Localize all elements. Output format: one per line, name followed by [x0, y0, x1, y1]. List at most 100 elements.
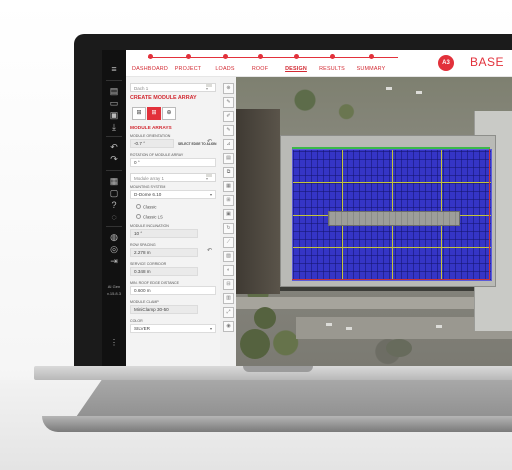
inclination-label: MODULE INCLINATION [130, 224, 169, 228]
clamp-label: MODULE CLAMP [130, 300, 159, 304]
rail-info-line2: v.15.8.3 [107, 291, 121, 296]
logout-icon[interactable]: ⇥ [109, 256, 119, 266]
map-tools: ⊕ ✎ ✐ ✎ ⊿ ▤ ⧉ ▦ ⊞ ▣ ↻ ⟋ ▨ ◐ ⊟ ▥ ⤢ ◉ [220, 77, 237, 366]
roof-edge-input[interactable]: 0.600 m [130, 286, 216, 295]
laptop-front-edge [42, 416, 512, 432]
left-icon-rail: ≡ ▤ ▭ ▣ ⤓ ↶ ↷ ▦ ▢ ? ◌ ◍ ◎ ⇥ AI Gen v.15.… [102, 50, 126, 366]
row-spacing-input[interactable]: 2.278 m [130, 248, 198, 257]
new-file-icon[interactable]: ▤ [109, 86, 119, 96]
car [386, 87, 392, 90]
orientation-input[interactable]: -0.7 ° [130, 139, 174, 148]
module-arrays-title: MODULE ARRAYS [130, 126, 172, 131]
step-summary[interactable]: SUMMARY [349, 54, 393, 72]
laptop-base [34, 366, 512, 436]
step-dot [329, 54, 335, 59]
expand-icon[interactable]: ⤢ [223, 307, 234, 318]
tree [386, 339, 412, 357]
service-corridor-label: SERVICE CORRIDOR [130, 262, 167, 266]
pencil-icon[interactable]: ✎ [223, 97, 234, 108]
reset-icon[interactable]: ↶ [207, 247, 212, 254]
obstacle-icon[interactable]: ▨ [223, 251, 234, 262]
cross-layout-button[interactable]: ⊕ [162, 107, 176, 120]
color-select[interactable]: SILVER ▾ [130, 324, 216, 333]
array-row-divider [293, 247, 491, 248]
download-icon[interactable]: ⤓ [109, 122, 119, 132]
service-corridor-input[interactable]: 0.348 m [130, 267, 198, 276]
copy-icon[interactable]: ⧉ [223, 167, 234, 178]
brand-logo-icon: A3 [438, 55, 454, 71]
car [346, 327, 352, 330]
measure-icon[interactable]: ⊿ [223, 139, 234, 150]
user-icon[interactable]: ◍ [109, 232, 119, 242]
more-options-icon[interactable]: ⋮ [109, 338, 119, 348]
clamp-select[interactable]: MiniClamp 30-50 [130, 305, 198, 314]
redo-icon[interactable]: ↷ [109, 154, 119, 164]
menu-icon[interactable]: ≡ [109, 64, 119, 74]
chevron-down-icon: ▾ [209, 326, 212, 331]
adjacent-building [236, 109, 280, 294]
skylight-obstacle[interactable] [328, 211, 460, 226]
layers-icon[interactable]: ▤ [223, 153, 234, 164]
step-dot [257, 54, 263, 59]
reset-icon[interactable]: ↶ [207, 138, 212, 145]
draw-icon[interactable]: ✎ [223, 125, 234, 136]
module-icon[interactable]: ▣ [223, 209, 234, 220]
chevron-down-icon: ▾ [206, 84, 212, 91]
rotation-input[interactable]: 0 ° [130, 158, 216, 167]
tree [240, 329, 270, 359]
selected-edge[interactable] [292, 147, 490, 149]
roof-select[interactable]: Dach 1 ▾ [130, 83, 216, 92]
color-label: COLOR [130, 319, 143, 323]
option-classic-ls[interactable]: Classic LS [136, 214, 163, 220]
chat-icon[interactable]: ◌ [109, 212, 119, 222]
laptop-keyboard [74, 380, 512, 420]
car [326, 323, 332, 326]
mounting-select[interactable]: D-Dome 6.10 ▾ [130, 190, 216, 199]
zoom-icon[interactable]: ⊕ [223, 83, 234, 94]
settings-icon[interactable]: ◎ [109, 244, 119, 254]
undo-icon[interactable]: ↶ [109, 142, 119, 152]
grid-layout-button[interactable]: ⊞ [132, 107, 146, 120]
rotation-label: ROTATION OF MODULE ARRAY [130, 153, 184, 157]
step-dot [185, 54, 191, 59]
save-icon[interactable]: ▣ [109, 110, 119, 120]
module-array-panel: Dach 1 ▾ CREATE MODULE ARRAY ⊞ ⊞ ⊕ MODULE… [126, 77, 221, 366]
create-array-title: CREATE MODULE ARRAY [130, 95, 197, 101]
tree [254, 307, 276, 329]
sun-icon[interactable]: ◐ [223, 265, 234, 276]
step-dot [222, 54, 228, 59]
table-icon[interactable]: ▥ [223, 293, 234, 304]
folder-icon[interactable]: ▭ [109, 98, 119, 108]
brand-name: BASE [469, 55, 504, 69]
chevron-down-icon: ▾ [209, 192, 212, 197]
car [436, 325, 442, 328]
car [416, 91, 422, 94]
step-results[interactable]: RESULTS [310, 54, 354, 72]
satellite-map[interactable] [236, 77, 512, 366]
ruler-icon[interactable]: ⟋ [223, 237, 234, 248]
inclination-input[interactable]: 10 ° [130, 229, 198, 238]
rail-info-line1: AI Gen [107, 284, 121, 289]
roof-edge-line [489, 149, 490, 279]
array-select[interactable]: Module array 1 ▾ [130, 173, 216, 182]
array-layout-button[interactable]: ⊞ [147, 107, 161, 120]
roof-select-value: Dach 1 [134, 86, 149, 91]
mounting-value: D-Dome 6.10 [134, 192, 162, 197]
dimension-icon[interactable]: ⊟ [223, 279, 234, 290]
location-icon[interactable]: ◉ [223, 321, 234, 332]
mounting-label: MOUNTING SYSTEM [130, 185, 166, 189]
color-value: SILVER [134, 326, 150, 331]
chevron-down-icon: ▾ [206, 174, 212, 181]
help-icon[interactable]: ? [109, 200, 119, 210]
workflow-steps: DASHBOARD PROJECT LOADS ROOF DESIGN RESU… [132, 54, 410, 74]
snap-icon[interactable]: ⊞ [223, 195, 234, 206]
brush-icon[interactable]: ✐ [223, 111, 234, 122]
calculator-icon[interactable]: ▦ [109, 176, 119, 186]
grid-icon[interactable]: ▦ [223, 181, 234, 192]
report-icon[interactable]: ▢ [109, 188, 119, 198]
row-spacing-label: ROW SPACING [130, 243, 156, 247]
roof-edge-label: MIN. ROOF EDGE DISTANCE [130, 281, 180, 285]
option-classic[interactable]: Classic [136, 204, 157, 210]
refresh-icon[interactable]: ↻ [223, 223, 234, 234]
step-dot [293, 54, 299, 59]
